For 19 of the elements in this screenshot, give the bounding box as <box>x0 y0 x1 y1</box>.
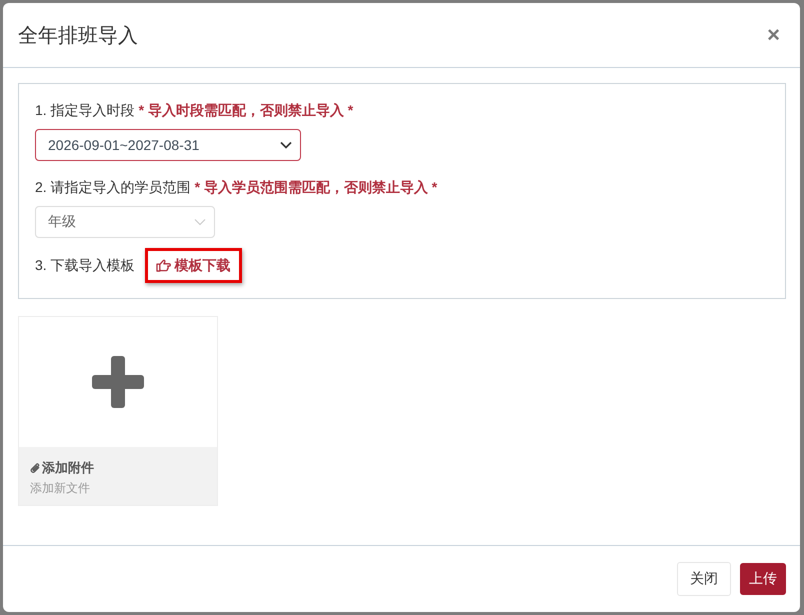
upload-button[interactable]: 上传 <box>740 563 786 595</box>
step-label: 3. 下载导入模板 <box>35 256 135 274</box>
upload-card[interactable]: 添加附件 添加新文件 <box>18 316 218 506</box>
close-dialog-button[interactable]: 关闭 <box>677 562 731 596</box>
warning-note: * 导入学员范围需匹配，否则禁止导入 * <box>194 179 438 197</box>
dialog-title: 全年排班导入 <box>18 24 138 48</box>
upload-subtitle: 添加新文件 <box>30 480 91 497</box>
dropdown-field[interactable]: 2026-09-01~2027-08-31 <box>35 129 301 161</box>
close-button[interactable]: × <box>761 24 786 46</box>
upload-title: 添加附件 <box>42 459 94 477</box>
chevron-down-icon <box>194 218 206 226</box>
template-download-link[interactable]: 模板下载 <box>144 248 242 283</box>
warning-note: * 导入时段需匹配，否则禁止导入 * <box>138 102 354 120</box>
paperclip-icon <box>30 462 41 474</box>
chevron-down-icon <box>280 141 292 149</box>
step-label: 2. 请指定导入的学员范围 <box>35 179 191 197</box>
hand-pointer-icon <box>156 259 171 272</box>
plus-icon <box>92 356 144 408</box>
step-label: 1. 指定导入时段 <box>35 102 135 120</box>
